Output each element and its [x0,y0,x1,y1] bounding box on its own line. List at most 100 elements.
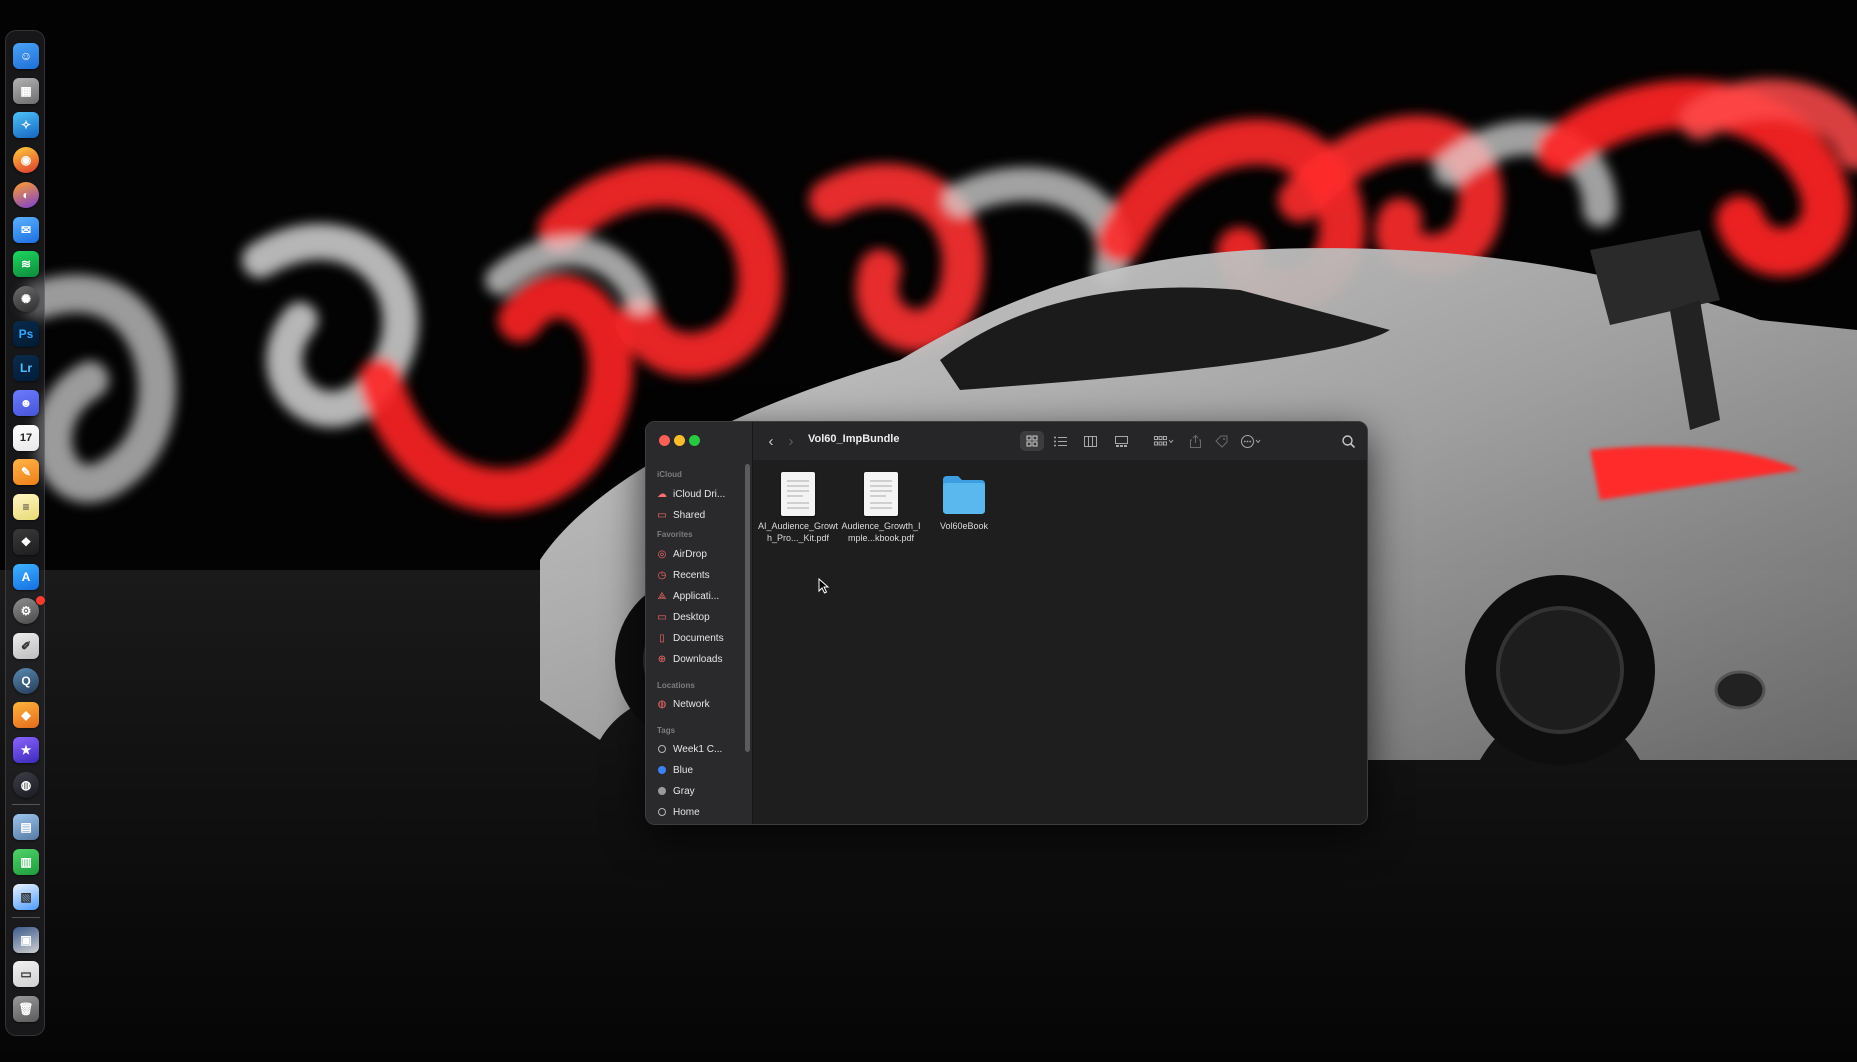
sidebar-item-label: iCloud Dri... [673,488,726,500]
chrome-icon[interactable]: ◉ [13,147,39,174]
search-icon [1341,434,1355,448]
sidebar-header-favorites: Favorites [657,530,693,539]
sidebar-header-icloud: iCloud [657,470,682,479]
document-stack-icon[interactable]: ▭ [13,961,39,988]
sidebar-item-gray[interactable]: Gray [656,782,744,800]
trash-icon[interactable]: 🗑 [13,995,39,1022]
finder-icon[interactable]: ☺ [13,43,39,69]
icloud-dri-icon: ☁ [657,488,667,500]
sidebar-header-locations: Locations [657,681,695,690]
sidebar-item-documents[interactable]: ▯ Documents [656,629,744,647]
pdf-document-icon [864,472,898,516]
sidebar-item-applicati[interactable]: ⟁ Applicati... [656,587,744,605]
recents-icon: ◷ [657,569,667,581]
sidebar-item-airdrop[interactable]: ◎ AirDrop [656,545,744,563]
tag-button[interactable] [1211,431,1231,451]
notes-icon[interactable]: ≡ [13,494,39,521]
group-by-button[interactable] [1149,431,1179,451]
chatgpt-icon[interactable]: ✺ [13,285,39,312]
gallery-icon [1114,435,1128,447]
dock-separator [12,916,40,918]
gallery-view-button[interactable] [1109,431,1133,451]
airdrop-icon: ◎ [657,548,667,560]
sidebar-item-week1-c[interactable]: Week1 C... [656,740,744,758]
network-icon: ◍ [657,698,667,710]
folder-item[interactable]: Vol60eBook [923,472,1005,532]
file-name-label: Vol60eBook [939,521,989,531]
tag-dot-icon [656,785,668,797]
file-name-label: Audience_Growth_Imple...kbook.pdf [841,521,921,543]
discord-icon[interactable]: ☻ [13,390,39,416]
list-view-button[interactable] [1048,431,1072,451]
safari-icon[interactable]: ✧ [13,112,39,139]
sidebar-item-label: Recents [673,569,710,581]
dock: ☺ ▦ ✧ ◉ ◐ ✉ ≋ ✺ Ps Lr ☻ 17 ✎ ≡ ❖ A ⚙ ✐ Q ◆ ★ ◍ ▤ ▥ ▧ ▣ ▭ 🗑 [5,30,46,1036]
columns-icon [1083,435,1097,447]
sidebar-item-recents[interactable]: ◷ Recents [656,566,744,584]
window-title: Vol60_ImpBundle [808,433,900,445]
share-button[interactable] [1185,431,1205,451]
app-store-icon[interactable]: A [13,563,39,590]
keynote-icon[interactable]: ▧ [13,883,39,910]
finder-window: iCloud ☁ iCloud Dri... ▭ Shared Favorites ◎… [645,421,1368,825]
sidebar-item-label: AirDrop [673,548,707,560]
sidebar-scrollbar[interactable] [745,464,750,752]
imovie-icon[interactable]: ★ [13,737,39,763]
sidebar-item-label: Network [673,698,710,710]
sidebar-item-icloud-dri[interactable]: ☁ iCloud Dri... [656,485,744,503]
sidebar-item-desktop[interactable]: ▭ Desktop [656,608,744,626]
script-editor-icon[interactable]: ✐ [13,632,39,659]
file-item[interactable]: Audience_Growth_Imple...kbook.pdf [840,472,922,544]
tag-icon [1214,435,1227,448]
documents-icon: ▯ [659,632,665,644]
firefox-icon[interactable]: ◐ [13,181,39,208]
photoshop-icon[interactable]: Ps [13,320,39,347]
lightroom-icon[interactable]: Lr [13,355,39,382]
sidebar-item-network[interactable]: ◍ Network [656,695,744,713]
tag-dot-icon [656,806,668,818]
close-window-button[interactable] [659,435,670,446]
sidebar-item-blue[interactable]: Blue [656,761,744,779]
quicktime-icon[interactable]: Q [13,667,39,694]
sidebar-item-label: Home [673,806,700,818]
obs-icon[interactable]: ◍ [13,771,39,798]
desktop-icon: ▭ [657,611,667,623]
sidebar-item-downloads[interactable]: ⊕ Downloads [656,650,744,668]
preview-icon[interactable]: ▤ [13,814,39,841]
minimize-window-button[interactable] [674,435,685,446]
forward-button[interactable]: › [781,431,801,451]
spotify-icon[interactable]: ≋ [13,251,39,278]
pdf-document-icon [781,472,815,516]
shared-icon: ▭ [657,509,667,521]
zoom-window-button[interactable] [689,435,700,446]
group-grid-chevron-icon [1154,435,1174,445]
sidebar-item-label: Blue [673,764,694,776]
finder-content-area[interactable]: AI_Audience_Growth_Pro..._Kit.pdf Audienc… [753,460,1367,824]
launchpad-icon[interactable]: ▦ [13,77,39,104]
perplexity-icon[interactable]: ❖ [13,528,39,555]
tag-dot-icon [656,764,668,776]
sidebar-item-shared[interactable]: ▭ Shared [656,506,744,524]
icon-view-button[interactable] [1020,431,1044,451]
notification-badge [35,595,46,607]
mail-icon[interactable]: ✉ [13,216,39,243]
downloads-stack-icon[interactable]: ▣ [13,926,39,953]
sidebar-header-tags: Tags [657,726,676,735]
box-app-icon[interactable]: ◆ [13,702,39,729]
sidebar-item-label: Documents [673,632,724,644]
sidebar-item-label: Week1 C... [673,743,723,755]
sidebar-item-home[interactable]: Home [656,803,744,821]
search-button[interactable] [1337,431,1359,451]
pages-icon[interactable]: ✎ [13,459,39,486]
column-view-button[interactable] [1078,431,1102,451]
file-item[interactable]: AI_Audience_Growth_Pro..._Kit.pdf [757,472,839,544]
calendar-icon[interactable]: 17 [13,424,39,451]
sidebar-item-label: Applicati... [673,590,720,602]
finder-toolbar: ‹ › Vol60_ImpBundle [753,422,1367,461]
back-button[interactable]: ‹ [761,431,781,451]
share-icon [1189,434,1201,448]
action-menu-button[interactable] [1237,431,1267,451]
finder-sidebar: iCloud ☁ iCloud Dri... ▭ Shared Favorites ◎… [646,422,753,824]
file-name-label: AI_Audience_Growth_Pro..._Kit.pdf [757,521,839,543]
numbers-icon[interactable]: ▥ [13,849,39,876]
